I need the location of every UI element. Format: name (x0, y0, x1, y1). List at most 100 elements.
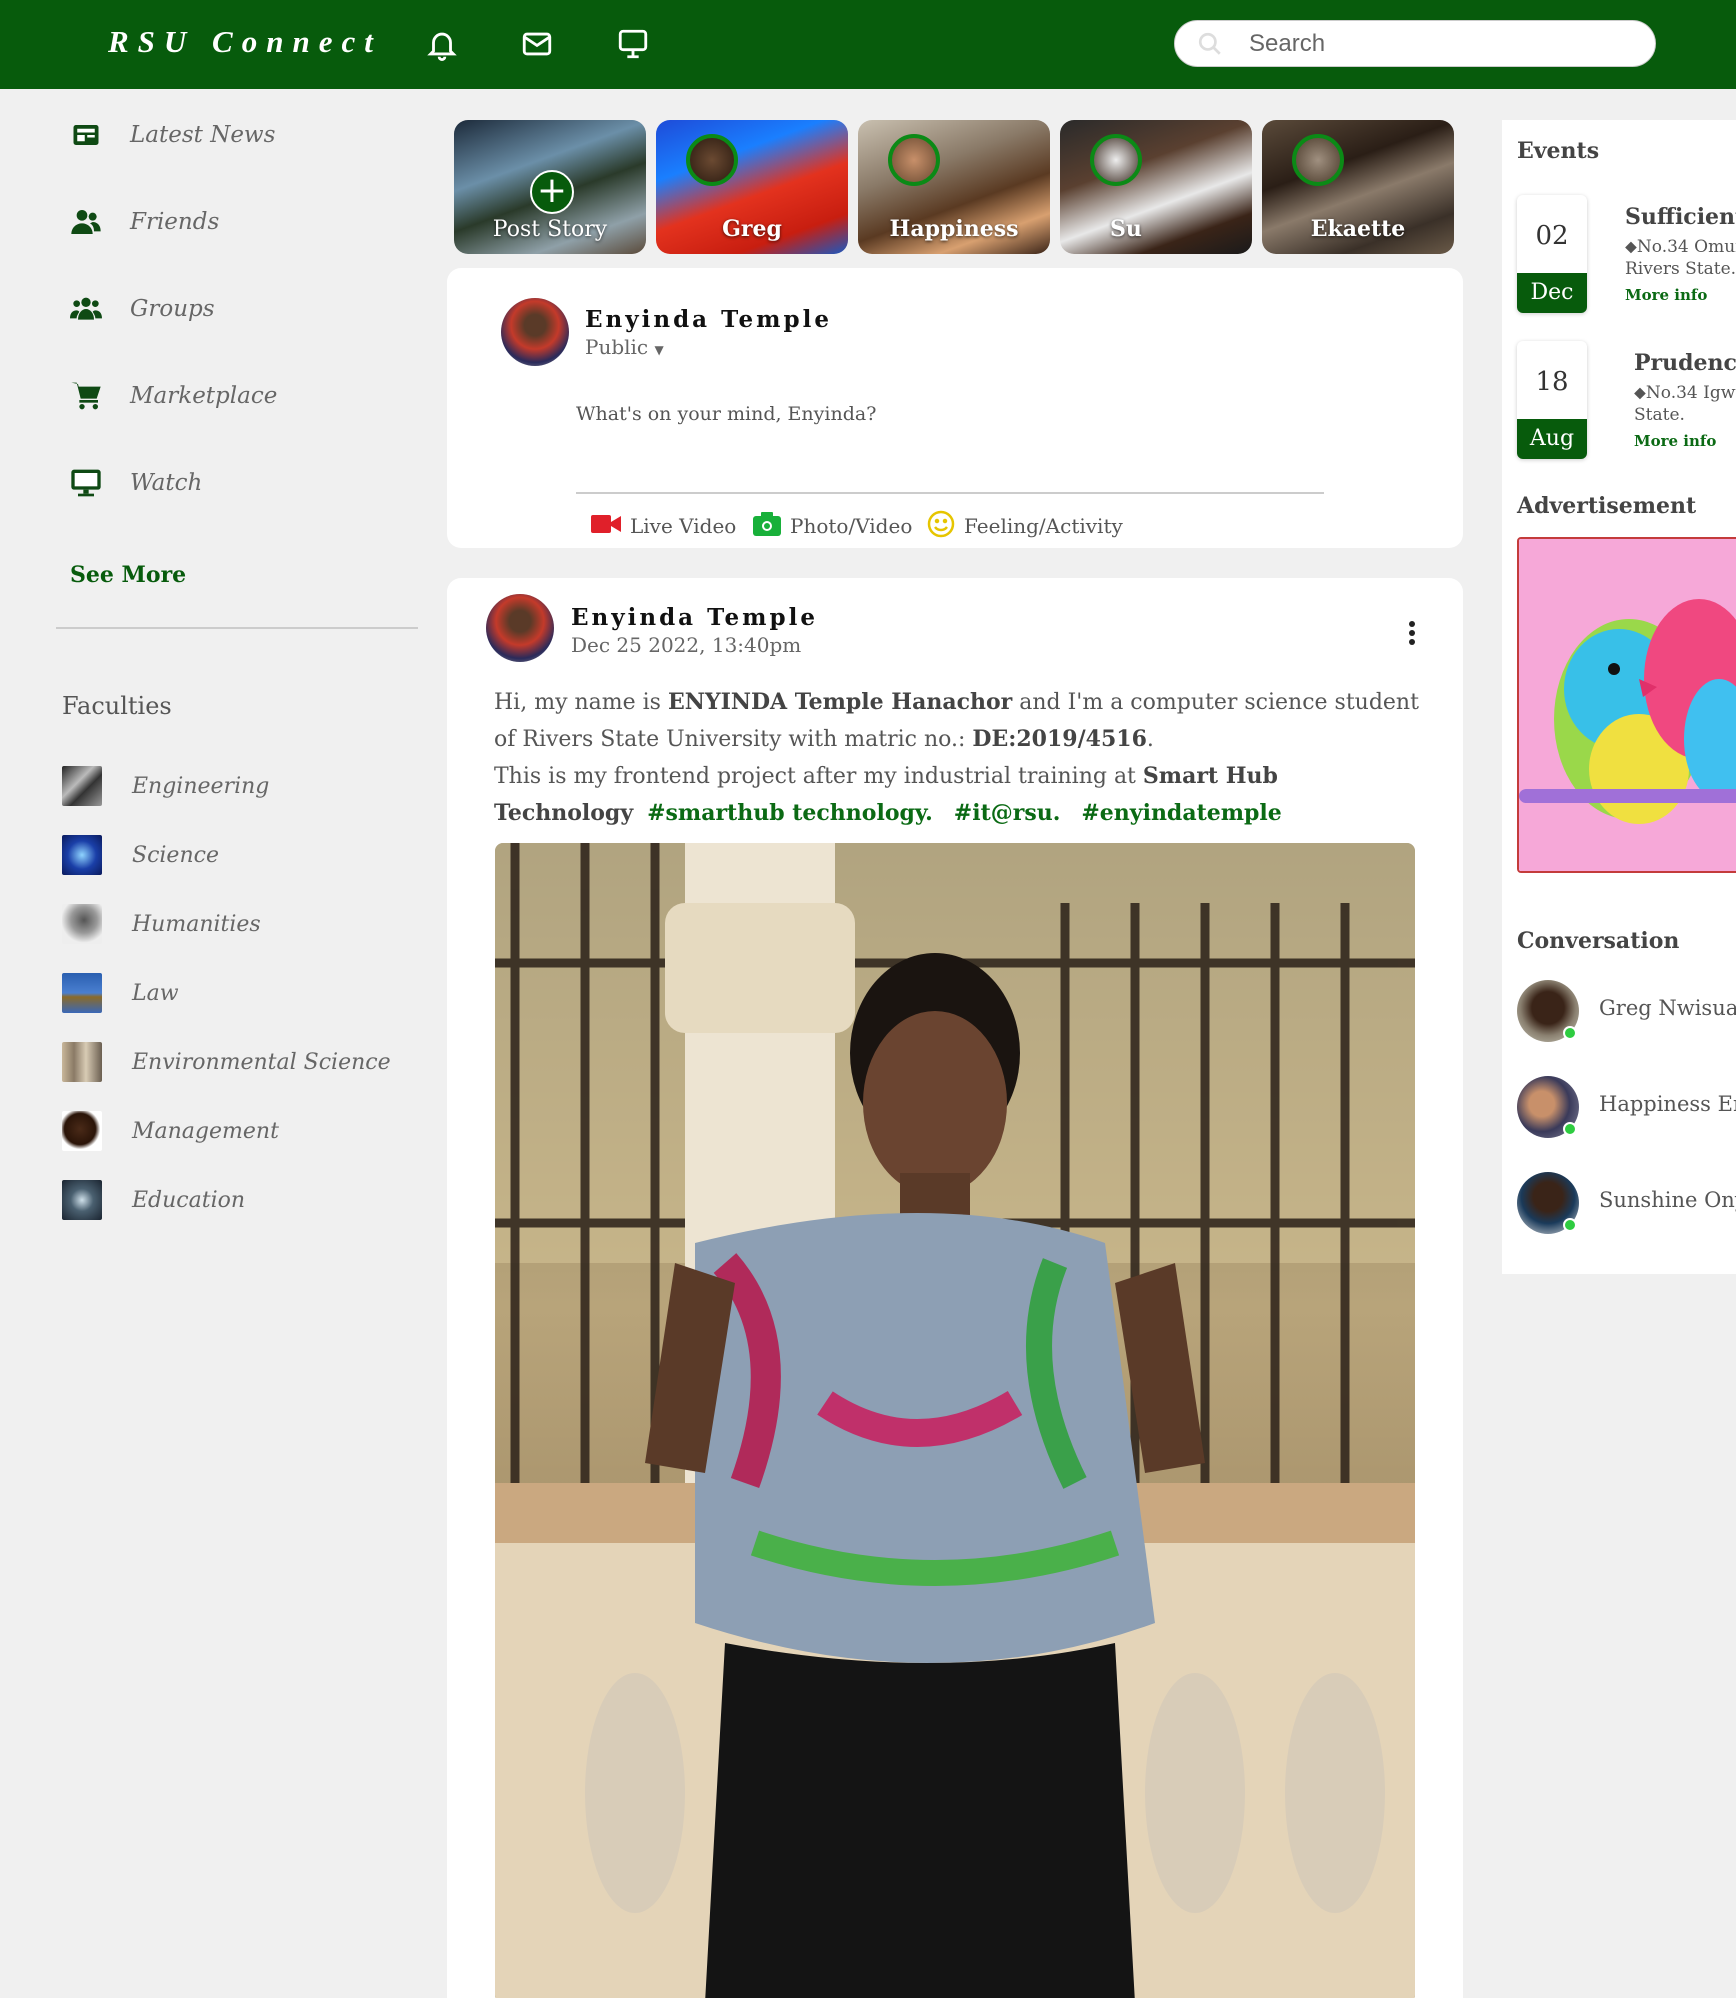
post-name-highlight: ENYINDA Temple Hanachor (667, 689, 1013, 715)
action-label: Feeling/Activity (964, 514, 1123, 538)
more-options-icon[interactable] (1402, 618, 1422, 648)
sidebar-item-friends[interactable]: Friends (68, 200, 408, 244)
video-camera-icon (590, 512, 622, 540)
faculty-label: Management (132, 1118, 279, 1144)
envelope-icon[interactable] (517, 24, 557, 64)
faculty-engineering[interactable]: Engineering (62, 766, 402, 806)
post-body: Hi, my name is ENYINDA Temple Hanachor a… (494, 684, 1424, 832)
caret-down-icon: ▼ (654, 343, 664, 357)
sidebar-item-watch[interactable]: Watch (68, 461, 408, 505)
live-video-button[interactable]: Live Video (590, 510, 736, 542)
see-more-link[interactable]: See More (70, 562, 186, 588)
faculty-environmental-science[interactable]: Environmental Science (62, 1042, 402, 1082)
faculty-label: Education (132, 1187, 246, 1213)
monitor-icon[interactable] (613, 24, 653, 64)
sidebar-item-groups[interactable]: Groups (68, 287, 408, 331)
composer-username: Enyinda Temple (585, 306, 832, 333)
story-su[interactable]: Su (1060, 120, 1252, 254)
post-author-name[interactable]: Enyinda Temple (571, 604, 818, 631)
post-author-avatar[interactable] (486, 594, 554, 662)
hashtag-link[interactable]: #enyindatemple (1081, 800, 1281, 826)
sidebar-item-marketplace[interactable]: Marketplace (68, 374, 408, 418)
post-text: . (1146, 727, 1154, 752)
faculty-thumbnail (62, 1111, 102, 1151)
search-input[interactable] (1249, 27, 1639, 61)
event-address: ⬥No.34 Igwu State. (1634, 382, 1736, 426)
faculty-thumbnail (62, 1042, 102, 1082)
action-label: Photo/Video (790, 514, 913, 538)
story-post[interactable]: + Post Story (454, 120, 646, 254)
conversation-name: Happiness Eny (1599, 1092, 1736, 1116)
faculty-label: Science (132, 842, 219, 868)
event-more-info-link[interactable]: More info (1634, 432, 1716, 450)
composer-avatar[interactable] (501, 298, 569, 366)
monitor-icon (68, 465, 104, 501)
conversation-item[interactable]: Sunshine Ony (1517, 1172, 1736, 1236)
post-photo[interactable] (495, 843, 1415, 1998)
advertisement-image[interactable] (1517, 537, 1736, 873)
event-month: Aug (1517, 419, 1587, 459)
search-bar[interactable] (1174, 20, 1656, 67)
event-address: ⬥No.34 Omui Rivers State. (1625, 236, 1736, 280)
sidebar-item-label: Watch (130, 470, 203, 496)
story-ekaette[interactable]: Ekaette (1262, 120, 1454, 254)
story-happiness[interactable]: Happiness (858, 120, 1050, 254)
event-day: 02 (1535, 221, 1569, 251)
location-pin-icon: ⬥ (1634, 383, 1646, 403)
event-title: Prudence (1634, 350, 1736, 376)
hashtag-link[interactable]: #smarthub technology. (647, 800, 933, 826)
event-more-info-link[interactable]: More info (1625, 286, 1707, 304)
sidebar-item-label: Marketplace (130, 383, 278, 409)
story-name: Su (1110, 216, 1142, 242)
feeling-activity-button[interactable]: Feeling/Activity (926, 510, 1123, 542)
bell-icon[interactable] (422, 24, 462, 64)
event-month: Dec (1517, 273, 1587, 313)
conversation-name: Greg Nwisuat (1599, 996, 1736, 1020)
location-pin-icon: ⬥ (1625, 237, 1637, 257)
story-name: Post Story (492, 217, 608, 242)
photo-video-button[interactable]: Photo/Video (752, 510, 912, 542)
conversation-heading: Conversation (1517, 928, 1680, 954)
events-heading: Events (1517, 138, 1600, 164)
faculty-education[interactable]: Education (62, 1180, 402, 1220)
faculty-science[interactable]: Science (62, 835, 402, 875)
group-icon (68, 291, 104, 327)
top-navbar: RSU Connect (0, 0, 1736, 89)
faculty-thumbnail (62, 904, 102, 944)
divider (56, 627, 418, 629)
event-date-badge: 18 Aug (1517, 341, 1587, 459)
event-date-badge: 02 Dec (1517, 195, 1587, 313)
story-avatar (686, 134, 738, 186)
story-name: Ekaette (1310, 216, 1406, 242)
advertisement-heading: Advertisement (1517, 493, 1697, 519)
post-matric: DE:2019/4516 (972, 726, 1147, 752)
audience-selector[interactable]: Public ▼ (585, 335, 664, 359)
faculty-label: Environmental Science (132, 1049, 391, 1075)
story-name: Happiness (889, 216, 1019, 242)
story-avatar (1292, 134, 1344, 186)
event-title: Sufficient O (1625, 204, 1736, 230)
cart-icon (68, 378, 104, 414)
sidebar-item-label: Groups (130, 296, 215, 322)
faculty-law[interactable]: Law (62, 973, 402, 1013)
faculty-label: Engineering (132, 773, 270, 799)
event-address-line: State. (1634, 405, 1685, 425)
faculty-management[interactable]: Management (62, 1111, 402, 1151)
sidebar-item-label: Friends (130, 209, 220, 235)
sidebar-item-latest-news[interactable]: Latest News (68, 113, 408, 157)
brand-logo[interactable]: RSU Connect (108, 24, 382, 60)
event-day: 18 (1535, 367, 1569, 397)
conversation-item[interactable]: Happiness Eny (1517, 1076, 1736, 1140)
audience-label: Public (585, 335, 649, 359)
story-name: Greg (722, 216, 782, 242)
hashtag-link[interactable]: #it@rsu. (954, 800, 1061, 826)
faculty-humanities[interactable]: Humanities (62, 904, 402, 944)
conversation-item[interactable]: Greg Nwisuat (1517, 980, 1736, 1044)
faculties-heading: Faculties (62, 692, 172, 720)
story-greg[interactable]: Greg (656, 120, 848, 254)
faculty-thumbnail (62, 766, 102, 806)
newspaper-icon (68, 117, 104, 153)
faculty-thumbnail (62, 835, 102, 875)
action-label: Live Video (630, 514, 737, 538)
post-input[interactable]: What's on your mind, Enyinda? (576, 403, 1076, 425)
